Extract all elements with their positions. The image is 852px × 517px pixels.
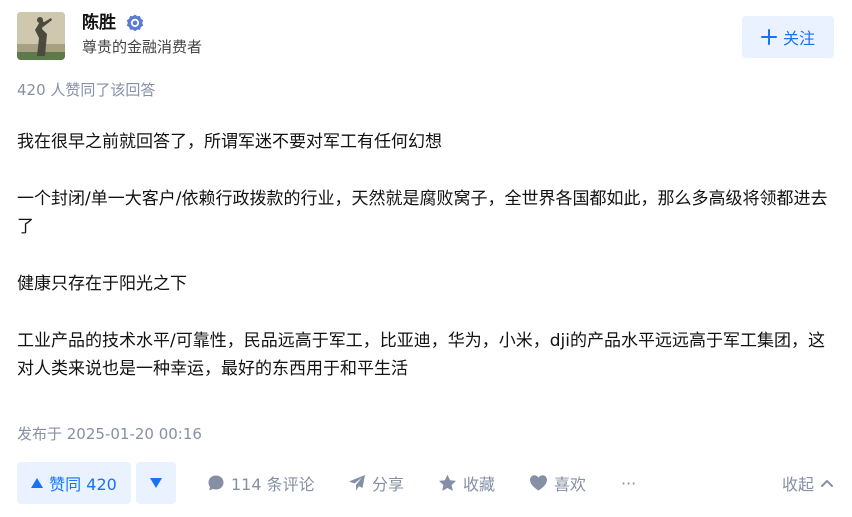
verified-badge-icon xyxy=(126,14,144,32)
star-icon xyxy=(439,474,456,491)
share-label: 分享 xyxy=(372,475,405,494)
collect-button[interactable]: 收藏 xyxy=(438,462,495,504)
collapse-button[interactable]: 收起 xyxy=(782,462,834,504)
avatar[interactable] xyxy=(17,12,65,60)
author-name[interactable]: 陈胜 xyxy=(82,12,116,34)
author-bio: 尊贵的金融消费者 xyxy=(82,38,203,56)
comment-icon xyxy=(208,475,224,491)
more-button[interactable]: ··· xyxy=(621,462,636,504)
action-bar: 赞同 420 114 条评论 分享 收藏 喜欢 ··· 收起 xyxy=(17,462,834,504)
follow-label: 关注 xyxy=(782,29,815,48)
publish-time[interactable]: 发布于 2025-01-20 00:16 xyxy=(17,423,202,445)
comments-button[interactable]: 114 条评论 xyxy=(207,462,315,504)
plus-icon xyxy=(760,29,777,45)
like-button[interactable]: 喜欢 xyxy=(529,462,586,504)
avatar-image xyxy=(17,12,65,60)
collect-label: 收藏 xyxy=(463,475,496,494)
triangle-up-icon xyxy=(31,478,44,488)
upvote-button[interactable]: 赞同 420 xyxy=(17,462,131,504)
upvoters-summary[interactable]: 420 人赞同了该回答 xyxy=(17,79,155,101)
answer-header: 陈胜 尊贵的金融消费者 关注 xyxy=(17,12,834,60)
heart-icon xyxy=(530,475,547,491)
follow-button[interactable]: 关注 xyxy=(742,16,834,58)
share-icon xyxy=(349,475,365,491)
more-icon: ··· xyxy=(621,473,637,493)
answer-content: 我在很早之前就回答了，所谓军迷不要对军工有任何幻想 一个封闭/单一大客户/依赖行… xyxy=(17,128,837,412)
share-button[interactable]: 分享 xyxy=(348,462,404,504)
comments-label: 114 条评论 xyxy=(231,475,315,494)
content-paragraph: 我在很早之前就回答了，所谓军迷不要对军工有任何幻想 xyxy=(17,132,442,152)
chevron-up-icon xyxy=(821,480,833,487)
upvote-label: 赞同 420 xyxy=(49,475,117,494)
content-paragraph: 工业产品的技术水平/可靠性，民品远高于军工，比亚迪，华为，小米，dji的产品水平… xyxy=(17,331,825,379)
downvote-button[interactable] xyxy=(136,462,176,504)
like-label: 喜欢 xyxy=(554,475,587,494)
content-paragraph: 一个封闭/单一大客户/依赖行政拨款的行业，天然就是腐败窝子，全世界各国都如此，那… xyxy=(17,189,828,237)
content-paragraph: 健康只存在于阳光之下 xyxy=(17,274,187,294)
collapse-label: 收起 xyxy=(781,475,814,494)
triangle-down-icon xyxy=(150,478,162,488)
